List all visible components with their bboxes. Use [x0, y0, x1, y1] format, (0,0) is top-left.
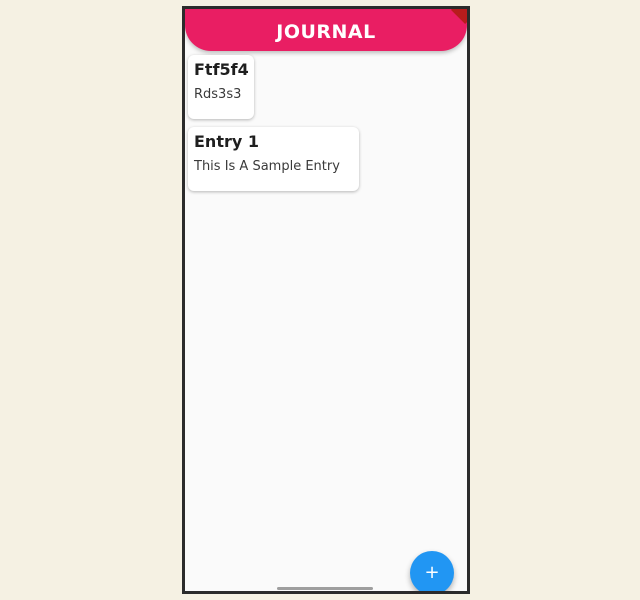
entry-title: Entry 1: [194, 132, 259, 151]
add-entry-button[interactable]: +: [410, 551, 454, 591]
entry-card[interactable]: Ftf5f4 Rds3s3: [188, 55, 254, 119]
entry-card[interactable]: Entry 1 This Is A Sample Entry: [188, 127, 359, 191]
phone-screen: JOURNAL Ftf5f4 Rds3s3 Entry 1 This Is A …: [182, 6, 470, 594]
entry-title: Ftf5f4: [194, 60, 249, 79]
entry-body: This Is A Sample Entry: [194, 159, 340, 174]
home-indicator: [277, 587, 373, 590]
app-title: JOURNAL: [276, 21, 376, 43]
entry-body: Rds3s3: [194, 87, 242, 102]
app-bar: JOURNAL: [185, 9, 467, 51]
plus-icon: +: [424, 562, 440, 583]
